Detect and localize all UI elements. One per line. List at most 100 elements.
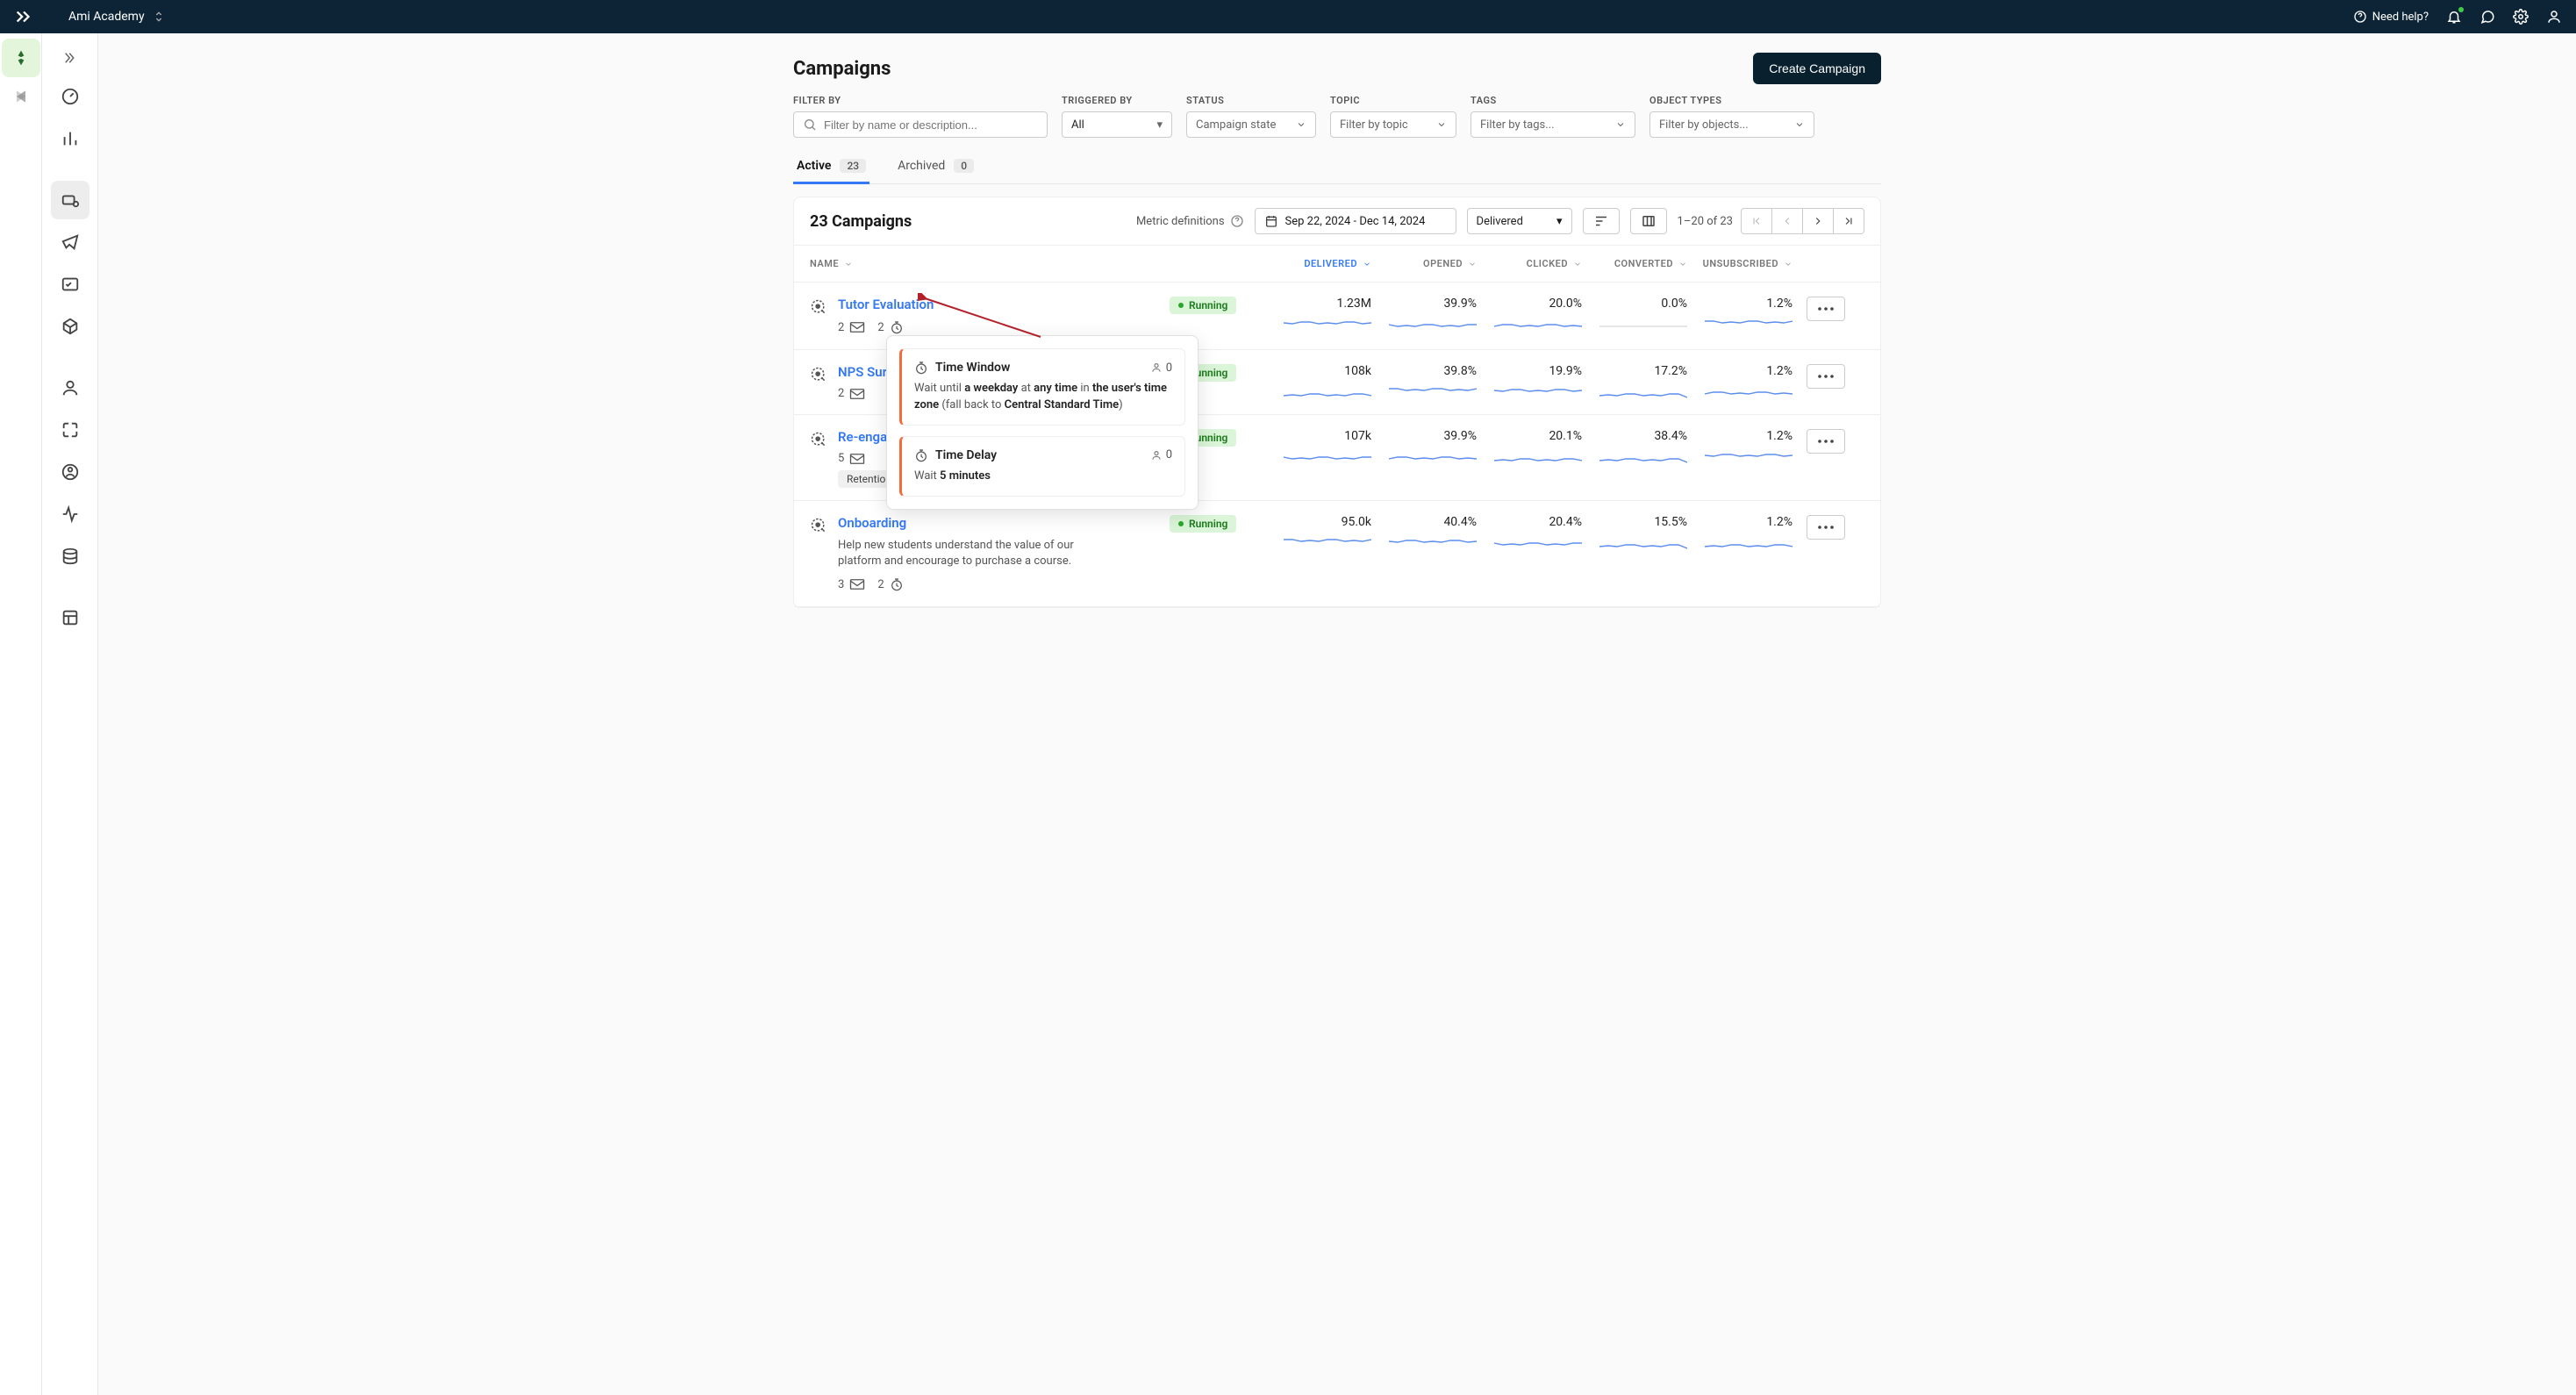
date-range-picker[interactable]: Sep 22, 2024 - Dec 14, 2024 [1255, 208, 1456, 234]
unsubscribed-value: 1.2% [1766, 515, 1792, 529]
nav-people[interactable] [51, 368, 89, 407]
opened-value: 39.8% [1443, 364, 1477, 378]
nav-dashboard[interactable] [51, 77, 89, 116]
campaign-type-icon [810, 517, 827, 592]
pager-prev[interactable] [1771, 208, 1803, 234]
nav-segments[interactable] [51, 453, 89, 491]
columns-button[interactable] [1630, 208, 1667, 234]
notifications-icon[interactable] [2446, 9, 2462, 25]
sidebar-expand-icon[interactable] [54, 42, 86, 74]
status-badge: Running [1170, 297, 1236, 314]
message-count: 2 [838, 321, 865, 334]
filters-bar: FILTER BY TRIGGERED BY All ▾ STATUS [793, 95, 1881, 138]
campaign-title-link[interactable]: Tutor Evaluation [838, 297, 934, 312]
sidebar-outer [0, 33, 42, 1395]
delivered-value: 95.0k [1342, 515, 1371, 529]
status-badge: Running [1170, 515, 1236, 533]
need-help-link[interactable]: Need help? [2353, 10, 2429, 24]
nav-campaigns[interactable] [51, 181, 89, 219]
delay-popover: Time Window 0 Wait until a weekday at an… [886, 335, 1199, 510]
table-row: Tutor Evaluation 22 Running 1.23M 39.9% … [794, 283, 1880, 350]
unsubscribed-value: 1.2% [1766, 297, 1792, 311]
pager-last[interactable] [1833, 208, 1864, 234]
nav-data[interactable] [51, 537, 89, 576]
notification-dot [2458, 7, 2464, 12]
metric-definitions-link[interactable]: Metric definitions [1136, 214, 1244, 228]
profile-icon[interactable] [2546, 9, 2562, 25]
top-header: Ami Academy Need help? [0, 0, 2576, 33]
opened-value: 39.9% [1443, 429, 1477, 443]
nav-activity[interactable] [51, 495, 89, 533]
chevron-down-icon [1436, 119, 1447, 130]
pager-next[interactable] [1802, 208, 1834, 234]
app-logo-icon [14, 7, 33, 26]
workspace-switcher[interactable]: Ami Academy [68, 10, 166, 24]
unsubscribed-value: 1.2% [1766, 429, 1792, 443]
col-clicked[interactable]: CLICKED [1477, 258, 1582, 269]
filter-search-field[interactable] [824, 118, 1038, 132]
row-description: Help new students understand the value o… [838, 538, 1119, 569]
pager-info: 1–20 of 23 [1678, 215, 1733, 228]
topic-select[interactable]: Filter by topic [1330, 111, 1456, 138]
clock-icon [914, 360, 928, 376]
converted-value: 15.5% [1654, 515, 1687, 529]
nav-deliveries[interactable] [51, 307, 89, 346]
filter-search-input[interactable] [793, 111, 1048, 138]
tab-active-count: 23 [840, 159, 866, 173]
campaign-title-link[interactable]: Onboarding [838, 515, 1119, 531]
col-name[interactable]: NAME [810, 258, 1170, 269]
triggered-by-label: TRIGGERED BY [1062, 95, 1172, 106]
delivered-value: 108k [1344, 364, 1371, 378]
chat-icon[interactable] [2479, 9, 2495, 25]
message-count: 5 [838, 452, 865, 465]
clicked-value: 19.9% [1549, 364, 1582, 378]
tags-select[interactable]: Filter by tags... [1470, 111, 1635, 138]
settings-icon[interactable] [2513, 9, 2529, 25]
popover-user-count: 0 [1150, 448, 1172, 461]
message-count: 3 [838, 578, 865, 591]
object-types-select[interactable]: Filter by objects... [1649, 111, 1814, 138]
sidebar-app-1[interactable] [2, 39, 40, 77]
create-campaign-button[interactable]: Create Campaign [1753, 53, 1881, 84]
nav-integrations[interactable] [51, 411, 89, 449]
sidebar-app-2[interactable] [2, 77, 40, 116]
col-converted[interactable]: CONVERTED [1582, 258, 1687, 269]
row-more-button[interactable] [1807, 364, 1845, 389]
row-more-button[interactable] [1807, 297, 1845, 321]
chevron-down-icon: ▾ [1556, 215, 1563, 228]
sort-button[interactable] [1583, 208, 1620, 234]
campaign-type-icon [810, 366, 827, 400]
chevron-down-icon [1794, 119, 1805, 130]
message-count: 2 [838, 387, 865, 400]
table-header-row: NAME DELIVERED OPENED CLICKED CONVERTED … [794, 245, 1880, 283]
tags-label: TAGS [1470, 95, 1635, 106]
nav-analytics[interactable] [51, 119, 89, 158]
tab-archived[interactable]: Archived 0 [894, 152, 977, 183]
col-delivered[interactable]: DELIVERED [1266, 258, 1371, 269]
campaign-type-icon [810, 298, 827, 335]
tab-active[interactable]: Active 23 [793, 152, 869, 183]
triggered-by-select[interactable]: All ▾ [1062, 111, 1172, 138]
status-select[interactable]: Campaign state [1186, 111, 1316, 138]
filter-by-label: FILTER BY [793, 95, 1048, 106]
metric-select[interactable]: Delivered ▾ [1467, 208, 1572, 234]
col-opened[interactable]: OPENED [1371, 258, 1477, 269]
chevron-down-icon [1296, 119, 1306, 130]
opened-value: 39.9% [1443, 297, 1477, 311]
row-more-button[interactable] [1807, 429, 1845, 454]
workspace-name-text: Ami Academy [68, 10, 145, 24]
object-types-label: OBJECT TYPES [1649, 95, 1814, 106]
opened-value: 40.4% [1443, 515, 1477, 529]
pager-first[interactable] [1741, 208, 1772, 234]
campaign-title-link[interactable]: NPS Sur [838, 364, 887, 380]
delay-count: 2 [877, 576, 903, 592]
nav-transactional[interactable] [51, 265, 89, 304]
converted-value: 17.2% [1654, 364, 1687, 378]
popover-user-count: 0 [1150, 361, 1172, 375]
nav-broadcasts[interactable] [51, 223, 89, 261]
converted-value: 38.4% [1654, 429, 1687, 443]
col-unsubscribed[interactable]: UNSUBSCRIBED [1687, 258, 1792, 269]
row-more-button[interactable] [1807, 515, 1845, 540]
chevron-down-icon [1615, 119, 1626, 130]
nav-content[interactable] [51, 598, 89, 637]
